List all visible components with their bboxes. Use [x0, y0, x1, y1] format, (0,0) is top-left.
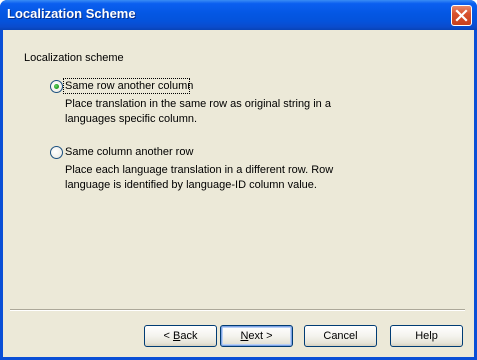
radio-same-row-another-column[interactable]	[50, 80, 63, 93]
next-button[interactable]: Next >	[220, 325, 293, 347]
radio-same-column-another-row[interactable]	[50, 146, 63, 159]
radio-selected-dot	[54, 84, 59, 89]
window-title: Localization Scheme	[7, 6, 136, 21]
button-separator	[10, 309, 465, 311]
dialog-client-area: Localization scheme Same row another col…	[3, 30, 474, 357]
option-label-same-column[interactable]: Same column another row	[65, 146, 193, 159]
help-button[interactable]: Help	[390, 325, 463, 347]
help-button-label: Help	[415, 330, 438, 342]
option-description-same-row-line2: languages specific column.	[65, 113, 198, 125]
cancel-button[interactable]: Cancel	[304, 325, 377, 347]
close-button[interactable]	[451, 5, 472, 26]
option-description-same-row-line1: Place translation in the same row as ori…	[65, 98, 331, 110]
option-description-same-column-line2: language is identified by language-ID co…	[65, 179, 317, 191]
scheme-group-label: Localization scheme	[24, 52, 124, 64]
back-button-label: < Back	[163, 330, 198, 342]
next-button-label: Next >	[240, 330, 273, 342]
cancel-button-label: Cancel	[323, 330, 358, 342]
dialog-window: Localization Scheme Localization scheme …	[0, 0, 477, 360]
back-button[interactable]: < Back	[144, 325, 217, 347]
option-label-same-row[interactable]: Same row another column	[65, 80, 193, 93]
title-bar[interactable]: Localization Scheme	[0, 0, 477, 30]
option-description-same-column-line1: Place each language translation in a dif…	[65, 164, 334, 176]
close-x-icon	[455, 9, 468, 22]
